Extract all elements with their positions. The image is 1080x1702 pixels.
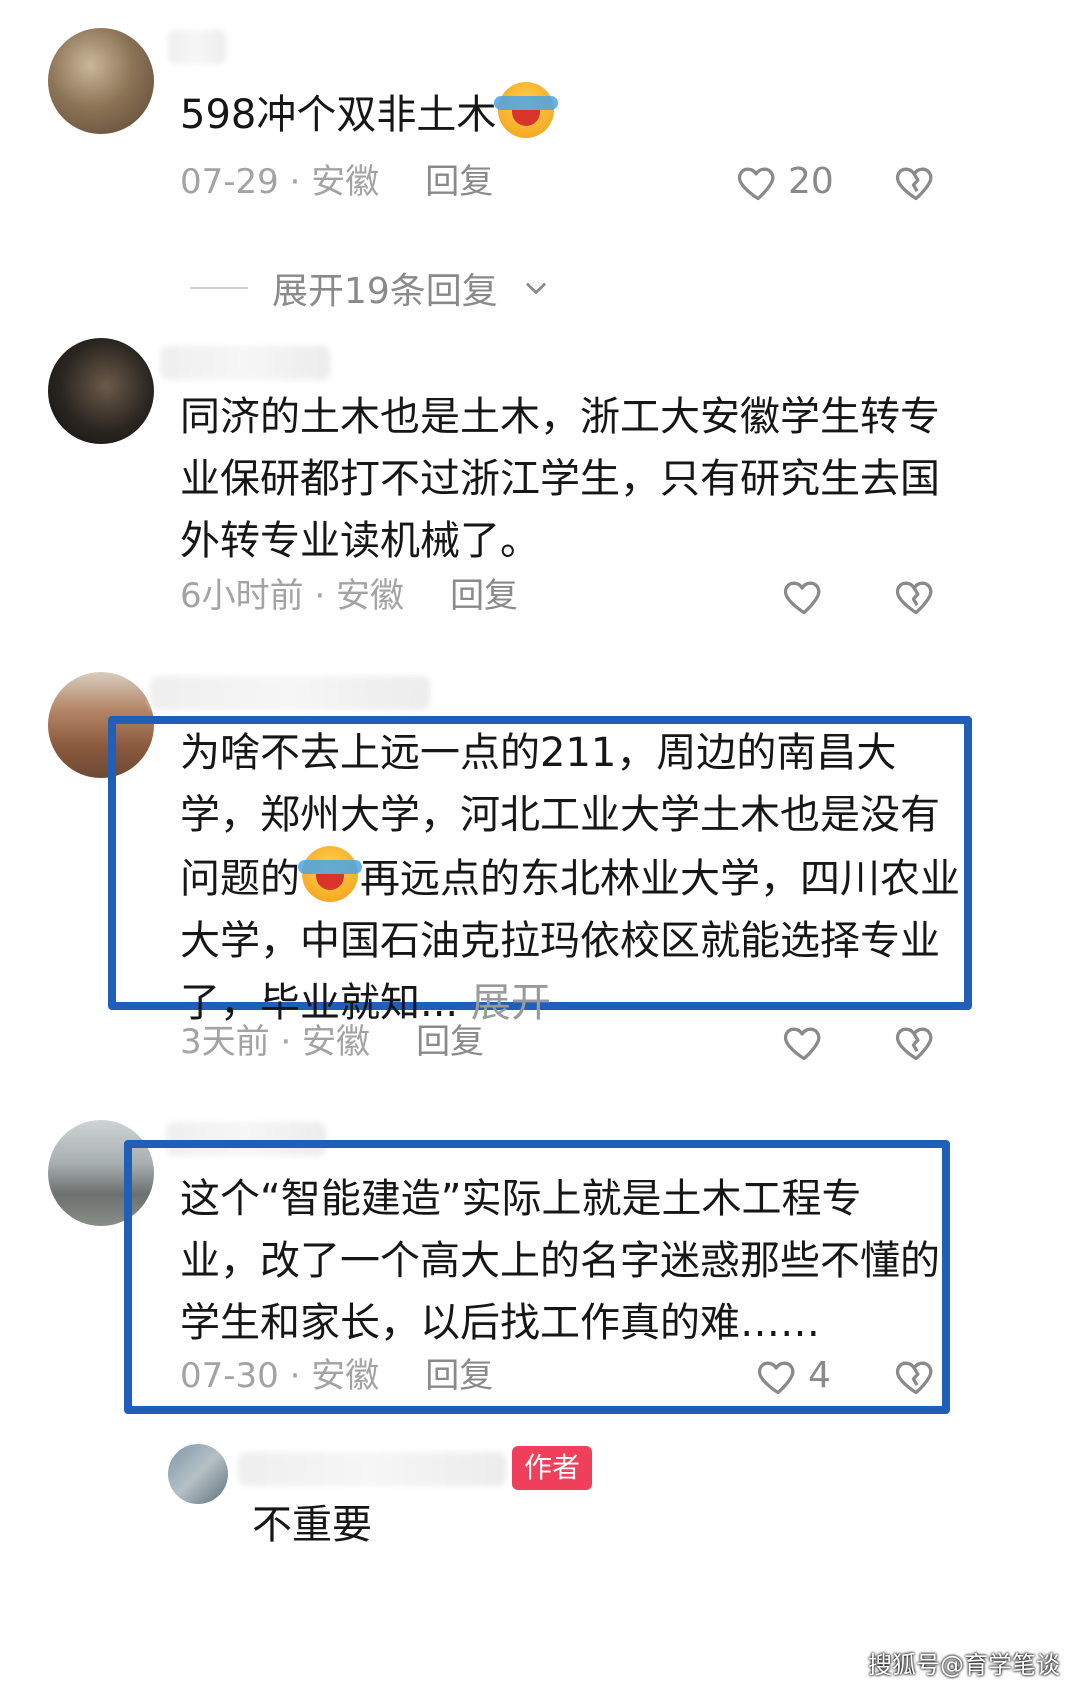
broken-heart-icon bbox=[894, 1020, 938, 1064]
avatar[interactable] bbox=[48, 338, 154, 444]
like-button[interactable] bbox=[782, 1020, 826, 1064]
crying-laughing-emoji-icon bbox=[298, 846, 362, 902]
username-blurred bbox=[160, 346, 330, 380]
watermark: 搜狐号@育学笔谈 bbox=[868, 1651, 1060, 1679]
avatar[interactable] bbox=[168, 1444, 228, 1504]
heart-icon bbox=[782, 1020, 826, 1064]
reply-button[interactable]: 回复 bbox=[425, 162, 493, 202]
chevron-down-icon bbox=[526, 283, 546, 295]
heart-icon bbox=[756, 1354, 800, 1398]
reply-button[interactable]: 回复 bbox=[450, 576, 518, 616]
comment-text: 598冲个双非土木 bbox=[180, 82, 1030, 146]
like-button[interactable] bbox=[782, 574, 826, 618]
comment-meta: 07-29 · 安徽 回复 bbox=[180, 160, 493, 204]
dislike-button[interactable] bbox=[894, 1354, 938, 1398]
like-button[interactable]: 20 bbox=[736, 160, 834, 204]
expand-replies-label: 展开19条回复 bbox=[272, 271, 498, 312]
avatar[interactable] bbox=[48, 28, 154, 134]
comment-date-location: 07-29 · 安徽 bbox=[180, 162, 380, 202]
broken-heart-icon bbox=[894, 160, 938, 204]
author-badge: 作者 bbox=[512, 1446, 593, 1490]
heart-icon bbox=[782, 574, 826, 618]
broken-heart-icon bbox=[894, 574, 938, 618]
comment-text: 这个“智能建造”实际上就是土木工程专业，改了一个高大上的名字迷惑那些不懂的学生和… bbox=[180, 1176, 940, 1346]
dislike-button[interactable] bbox=[894, 160, 938, 204]
comment-meta: 07-30 · 安徽 回复 bbox=[180, 1354, 493, 1398]
comment-date-location: 6小时前 · 安徽 bbox=[180, 576, 405, 616]
comment-date-location: 07-30 · 安徽 bbox=[180, 1356, 380, 1396]
comment-meta: 6小时前 · 安徽 回复 bbox=[180, 574, 518, 618]
crying-laughing-emoji-icon bbox=[494, 82, 559, 138]
reply-text: 不重要 bbox=[252, 1502, 372, 1548]
username-blurred bbox=[150, 676, 430, 710]
comment-text: 为啥不去上远一点的211，周边的南昌大学，郑州大学，河北工业大学土木也是没有问题… bbox=[180, 730, 960, 1026]
expand-replies-button[interactable]: 展开19条回复 bbox=[190, 262, 550, 314]
heart-icon bbox=[736, 160, 780, 204]
comment-meta: 3天前 · 安徽 回复 bbox=[180, 1020, 484, 1064]
dislike-button[interactable] bbox=[894, 1020, 938, 1064]
like-button[interactable]: 4 bbox=[756, 1354, 831, 1398]
divider-line bbox=[190, 287, 248, 289]
like-count: 4 bbox=[808, 1355, 831, 1396]
username-blurred bbox=[238, 1452, 506, 1486]
dislike-button[interactable] bbox=[894, 574, 938, 618]
broken-heart-icon bbox=[894, 1354, 938, 1398]
reply-button[interactable]: 回复 bbox=[425, 1356, 493, 1396]
reply-button[interactable]: 回复 bbox=[416, 1022, 484, 1062]
username-blurred bbox=[168, 30, 226, 64]
comment-date-location: 3天前 · 安徽 bbox=[180, 1022, 371, 1062]
comment-text: 同济的土木也是土木，浙工大安徽学生转专业保研都打不过浙江学生，只有研究生去国外转… bbox=[180, 394, 940, 564]
like-count: 20 bbox=[788, 161, 834, 202]
